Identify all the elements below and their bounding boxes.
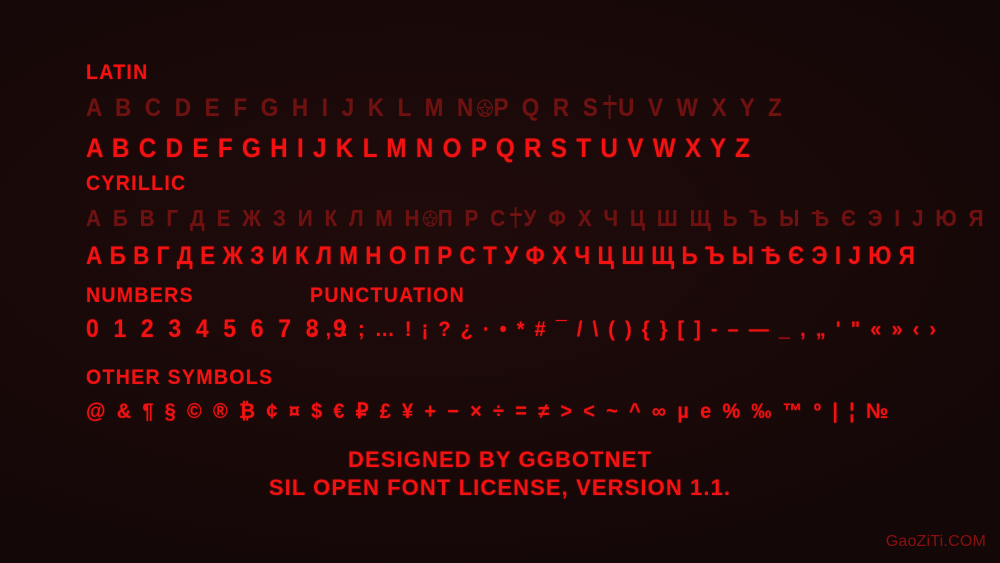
cyrillic-dim-part2: П Р С [437,205,509,231]
footer-designer-line: DESIGNED BY GGBOTNET [348,447,652,472]
latin-dim-part2: P Q R S [493,94,602,122]
section-heading-cyrillic: CYRILLIC [86,172,187,195]
cyrillic-glyph-row-bright: А Б В Г Д Е Ж З И К Л М Н О П Р С Т У Ф … [86,242,916,270]
site-watermark: GaoZiTi.COM [885,533,986,550]
section-heading-other-symbols: OTHER SYMBOLS [86,366,274,389]
section-latin: LATIN A B C D E F G H I J K L M N P Q R … [86,62,863,162]
other-symbols-glyph-row: @ & ¶ § © ® ₿ ¢ ¤ $ € ₽ £ ¥ + − × ÷ = ≠ … [86,400,892,423]
cyrillic-dim-part1: А Б В Г Д Е Ж З И К Л М Н [86,205,423,231]
footer-credits: DESIGNED BY GGBOTNET SIL OPEN FONT LICEN… [0,446,1000,502]
pentagram-icon [422,208,438,227]
latin-glyph-row-dim: A B C D E F G H I J K L M N P Q R SU V W… [86,94,786,122]
font-specimen-canvas: LATIN A B C D E F G H I J K L M N P Q R … [0,0,1000,563]
latin-dim-part1: A B C D E F G H I J K L M N [86,94,477,122]
section-punctuation: PUNCTUATION . , : ; … ! ¡ ? ¿ · • * # ¯ … [310,285,971,340]
pentagram-icon [477,97,494,117]
latin-dim-part3: U V W X Y Z [618,94,786,122]
section-other-symbols: OTHER SYMBOLS @ & ¶ § © ® ₿ ¢ ¤ $ € ₽ £ … [86,367,933,422]
cyrillic-dim-part3: У Ф Х Ч Ц Ш Щ Ь Ъ Ы Ѣ Є Э І Ј Ю Я [523,205,987,231]
section-cyrillic: CYRILLIC А Б В Г Д Е Ж З И К Л М Н П Р С… [86,173,1000,269]
inverted-cross-icon [602,95,619,119]
footer-license-line: SIL OPEN FONT LICENSE, VERSION 1.1. [268,475,732,501]
inverted-cross-icon [508,206,523,228]
latin-glyph-row-bright: A B C D E F G H I J K L M N O P Q R S T … [86,133,752,163]
punctuation-glyph-row: . , : ; … ! ¡ ? ¿ · • * # ¯ / \ ( ) { } … [310,318,939,341]
cyrillic-glyph-row-dim: А Б В Г Д Е Ж З И К Л М Н П Р СУ Ф Х Ч Ц… [86,207,987,230]
section-heading-latin: LATIN [86,61,149,84]
section-heading-punctuation: PUNCTUATION [310,284,466,307]
